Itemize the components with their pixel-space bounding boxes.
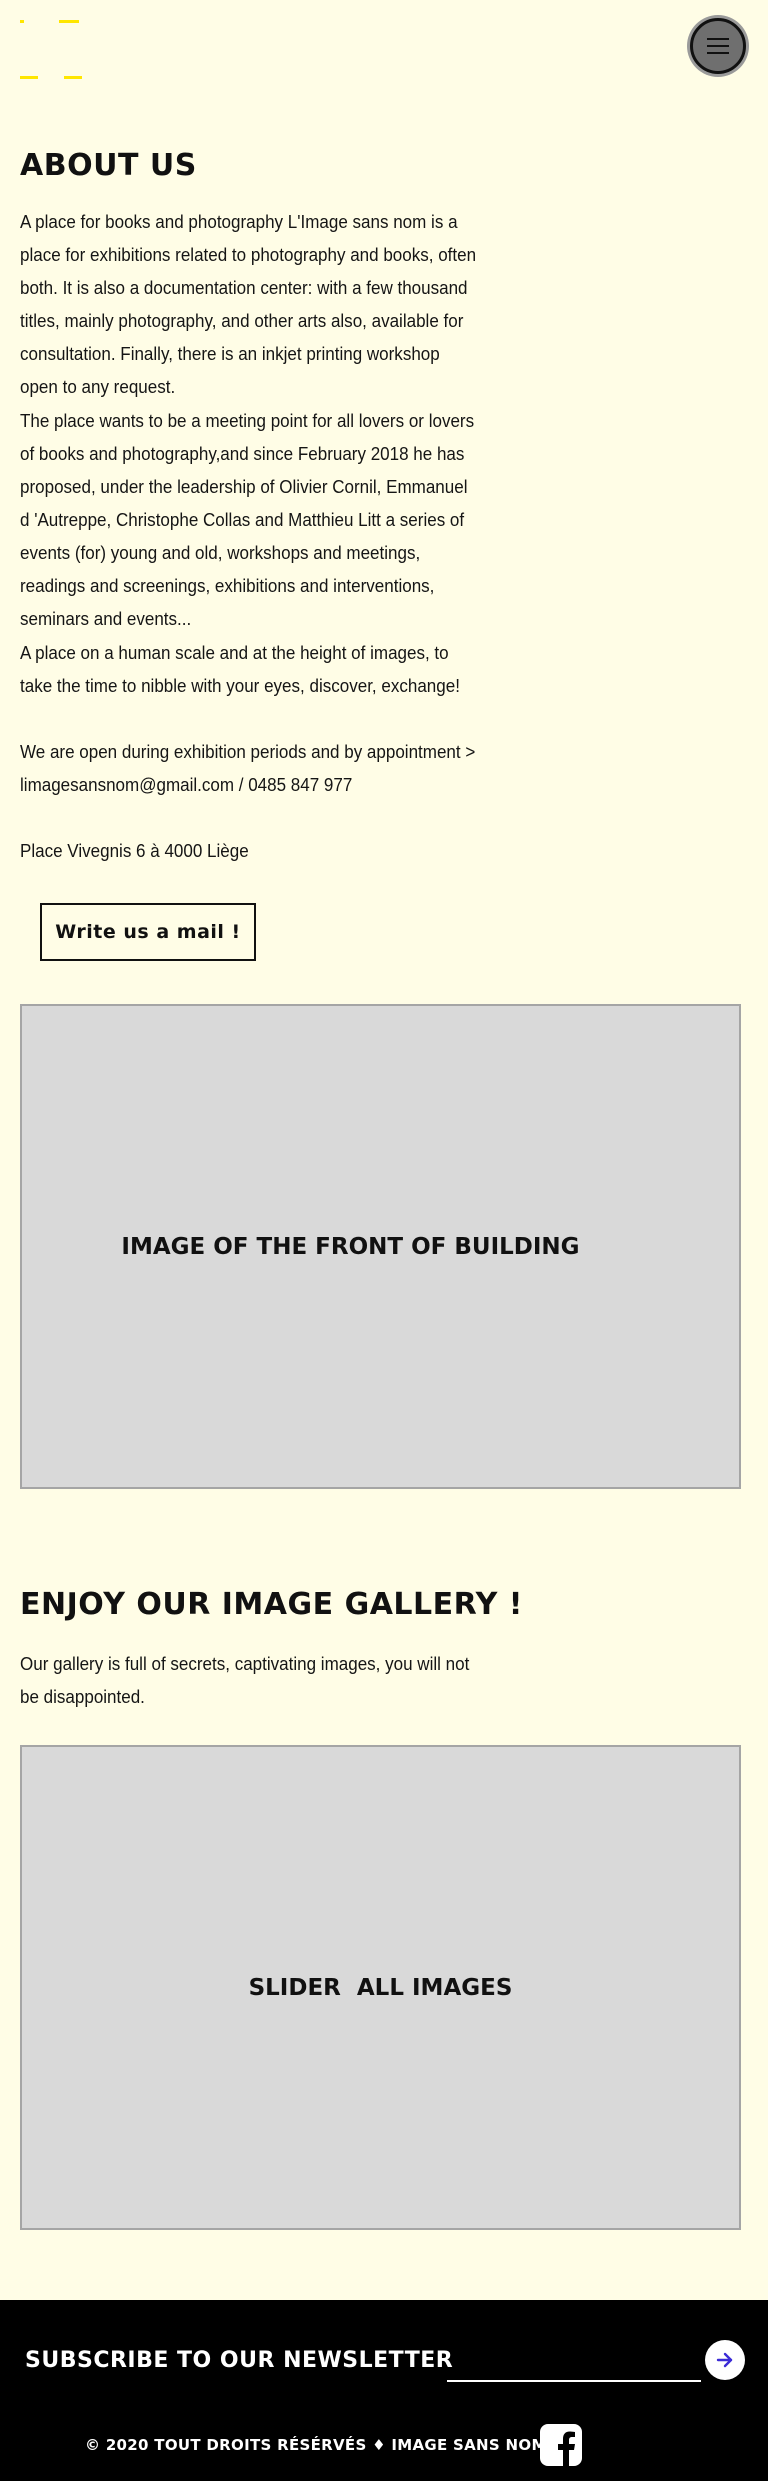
copyright-text: © 2020 TOUT DROITS RÉSÉRVÉS ♦ IMAGE SANS… <box>85 2436 547 2454</box>
logo-mark <box>20 76 38 79</box>
newsletter-email-input[interactable] <box>447 2352 701 2382</box>
building-image-placeholder: IMAGE OF THE FRONT OF BUILDING <box>20 1004 741 1489</box>
contact-info: We are open during exhibition periods an… <box>20 741 476 795</box>
slider-label: SLIDER ALL IMAGES <box>248 1974 513 2001</box>
newsletter-label: SUBSCRIBE TO OUR NEWSLETTER <box>25 2348 454 2373</box>
logo-mark <box>64 76 82 79</box>
footer: SUBSCRIBE TO OUR NEWSLETTER © 2020 TOUT … <box>0 2300 768 2481</box>
hamburger-icon <box>707 38 729 54</box>
gallery-description: Our gallery is full of secrets, captivat… <box>20 1653 470 1707</box>
about-paragraph-2: The place wants to be a meeting point fo… <box>20 410 475 629</box>
menu-button[interactable] <box>690 18 746 74</box>
about-title: ABOUT US <box>20 148 197 183</box>
about-paragraph-1: A place for books and photography L'Imag… <box>20 211 477 397</box>
building-image-label: IMAGE OF THE FRONT OF BUILDING <box>121 1233 580 1260</box>
address: Place Vivegnis 6 à 4000 Liège <box>20 840 249 861</box>
newsletter-submit-button[interactable] <box>705 2340 745 2380</box>
gallery-title: ENJOY OUR IMAGE GALLERY ! <box>20 1587 523 1622</box>
logo-mark <box>20 20 24 23</box>
about-paragraph-3: A place on a human scale and at the heig… <box>20 642 460 696</box>
logo-mark <box>59 20 79 23</box>
facebook-icon[interactable] <box>540 2424 582 2466</box>
facebook-glyph <box>558 2431 575 2466</box>
write-mail-button[interactable]: Write us a mail ! <box>40 903 256 961</box>
arrow-right-icon <box>716 2352 733 2368</box>
image-slider-placeholder[interactable]: SLIDER ALL IMAGES <box>20 1745 741 2230</box>
